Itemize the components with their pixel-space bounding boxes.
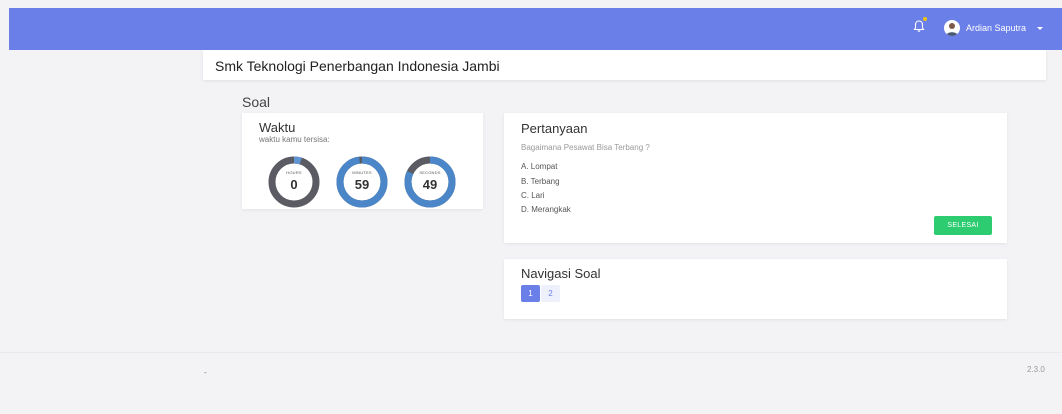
answer-option-c[interactable]: C. Lari — [521, 191, 545, 200]
school-title: Smk Teknologi Penerbangan Indonesia Jamb… — [215, 58, 500, 74]
question-text: Bagaimana Pesawat Bisa Terbang ? — [521, 143, 650, 152]
school-header-card: Smk Teknologi Penerbangan Indonesia Jamb… — [203, 50, 1046, 80]
timer-subtitle: waktu kamu tersisa: — [259, 135, 330, 144]
notification-dot — [923, 17, 927, 21]
minutes-ring: MINUTES 59 — [335, 155, 389, 209]
question-card: Pertanyaan Bagaimana Pesawat Bisa Terban… — [504, 113, 1007, 243]
seconds-value: 49 — [422, 177, 438, 192]
minutes-value: 59 — [354, 177, 370, 192]
question-card-title: Pertanyaan — [521, 121, 588, 136]
finish-button[interactable]: SELESAI — [934, 216, 992, 235]
top-navbar — [9, 8, 1062, 50]
minutes-label: MINUTES — [352, 170, 372, 175]
hours-ring: HOURS 0 — [267, 155, 321, 209]
footer-left-text: - — [204, 368, 207, 377]
hours-value: 0 — [290, 177, 298, 192]
nav-question-2-button[interactable]: 2 — [541, 285, 560, 302]
user-name[interactable]: Ardian Saputra — [966, 23, 1026, 33]
avatar[interactable] — [944, 20, 960, 36]
answer-option-a[interactable]: A. Lompat — [521, 162, 557, 171]
question-navigation-card: Navigasi Soal 1 2 — [504, 259, 1007, 319]
navigation-title: Navigasi Soal — [521, 266, 601, 281]
page-title: Soal — [242, 94, 271, 110]
chevron-down-icon[interactable] — [1037, 27, 1043, 30]
seconds-label: SECONDS — [419, 170, 441, 175]
bell-icon[interactable] — [912, 19, 926, 33]
timer-title: Waktu — [259, 120, 296, 135]
version-text: 2.3.0 — [1027, 365, 1045, 374]
seconds-ring: SECONDS 49 — [403, 155, 457, 209]
answer-option-b[interactable]: B. Terbang — [521, 177, 560, 186]
footer: - 2.3.0 — [0, 352, 1062, 414]
answer-option-d[interactable]: D. Merangkak — [521, 205, 571, 214]
nav-question-1-button[interactable]: 1 — [521, 285, 540, 302]
timer-card: Waktu waktu kamu tersisa: HOURS 0 MINUTE… — [242, 113, 483, 209]
hours-label: HOURS — [286, 170, 302, 175]
